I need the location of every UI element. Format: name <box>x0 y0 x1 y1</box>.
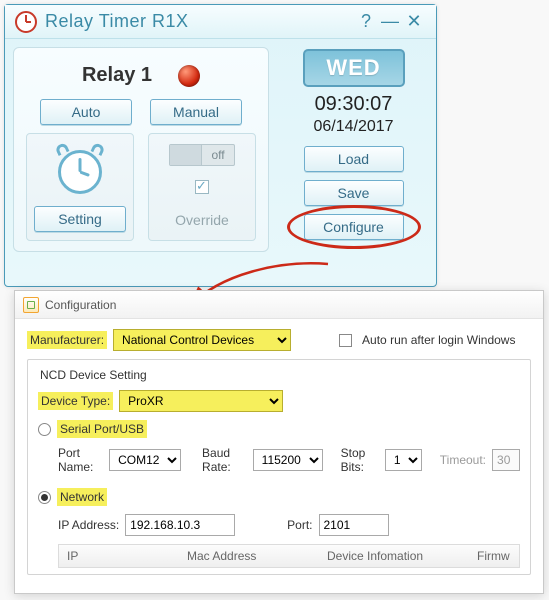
config-title: Configuration <box>45 298 116 312</box>
ip-input[interactable] <box>125 514 235 536</box>
clock-panel: WED 09:30:07 06/14/2017 Load Save Config… <box>279 47 428 252</box>
relay-title: Relay 1 <box>82 64 152 87</box>
configure-button[interactable]: Configure <box>304 214 404 240</box>
device-type-select[interactable]: ProXR <box>119 390 283 412</box>
device-setting-fieldset: NCD Device Setting Device Type: ProXR Se… <box>27 359 531 575</box>
override-label: Override <box>175 212 229 228</box>
alarm-clock-icon <box>52 144 108 200</box>
device-table-header: IP Mac Address Device Infomation Firmw <box>58 544 520 568</box>
stop-bits-label: Stop Bits: <box>341 446 379 474</box>
th-ip: IP <box>59 549 179 563</box>
device-type-label: Device Type: <box>38 392 113 410</box>
load-button[interactable]: Load <box>304 146 404 172</box>
titlebar: Relay Timer R1X ? — ✕ <box>5 5 436 39</box>
close-button[interactable]: ✕ <box>402 12 426 32</box>
off-label: off <box>202 148 234 162</box>
app-clock-icon <box>15 11 37 33</box>
relay-panel: Relay 1 Auto Manual Setting off <box>13 47 269 252</box>
th-fw: Firmw <box>469 549 519 563</box>
config-icon <box>23 297 39 313</box>
serial-label: Serial Port/USB <box>57 420 147 438</box>
override-card: off Override <box>148 133 256 241</box>
baud-select[interactable]: 115200 <box>253 449 323 471</box>
day-badge: WED <box>303 49 405 87</box>
device-setting-legend: NCD Device Setting <box>36 368 151 382</box>
configuration-window: Configuration Manufacturer: National Con… <box>14 290 544 594</box>
th-dev: Device Infomation <box>319 549 469 563</box>
auto-button[interactable]: Auto <box>40 99 132 125</box>
manual-button[interactable]: Manual <box>150 99 242 125</box>
serial-radio[interactable] <box>38 423 51 436</box>
override-checkbox[interactable] <box>195 180 209 194</box>
port-label: Port: <box>287 518 312 532</box>
autorun-label: Auto run after login Windows <box>362 333 515 347</box>
port-input[interactable] <box>319 514 389 536</box>
manufacturer-select[interactable]: National Control Devices <box>113 329 291 351</box>
ip-label: IP Address: <box>58 518 119 532</box>
th-mac: Mac Address <box>179 549 319 563</box>
manufacturer-label: Manufacturer: <box>27 331 107 349</box>
port-name-select[interactable]: COM12 <box>109 449 181 471</box>
status-led-icon <box>178 65 200 87</box>
network-label: Network <box>57 488 107 506</box>
stop-bits-select[interactable]: 1 <box>385 449 422 471</box>
setting-button[interactable]: Setting <box>34 206 126 232</box>
autorun-checkbox[interactable] <box>339 334 352 347</box>
app-title: Relay Timer R1X <box>45 11 189 32</box>
minimize-button[interactable]: — <box>378 12 402 32</box>
config-titlebar: Configuration <box>15 291 543 319</box>
timeout-input <box>492 449 520 471</box>
baud-label: Baud Rate: <box>202 446 247 474</box>
off-toggle[interactable]: off <box>169 144 235 166</box>
main-window: Relay Timer R1X ? — ✕ Relay 1 Auto Manua… <box>4 4 437 287</box>
network-radio[interactable] <box>38 491 51 504</box>
setting-card: Setting <box>26 133 134 241</box>
port-name-label: Port Name: <box>58 446 103 474</box>
help-button[interactable]: ? <box>354 12 378 32</box>
clock-time: 09:30:07 <box>315 93 393 116</box>
clock-date: 06/14/2017 <box>313 118 393 136</box>
timeout-label: Timeout: <box>440 453 486 467</box>
save-button[interactable]: Save <box>304 180 404 206</box>
